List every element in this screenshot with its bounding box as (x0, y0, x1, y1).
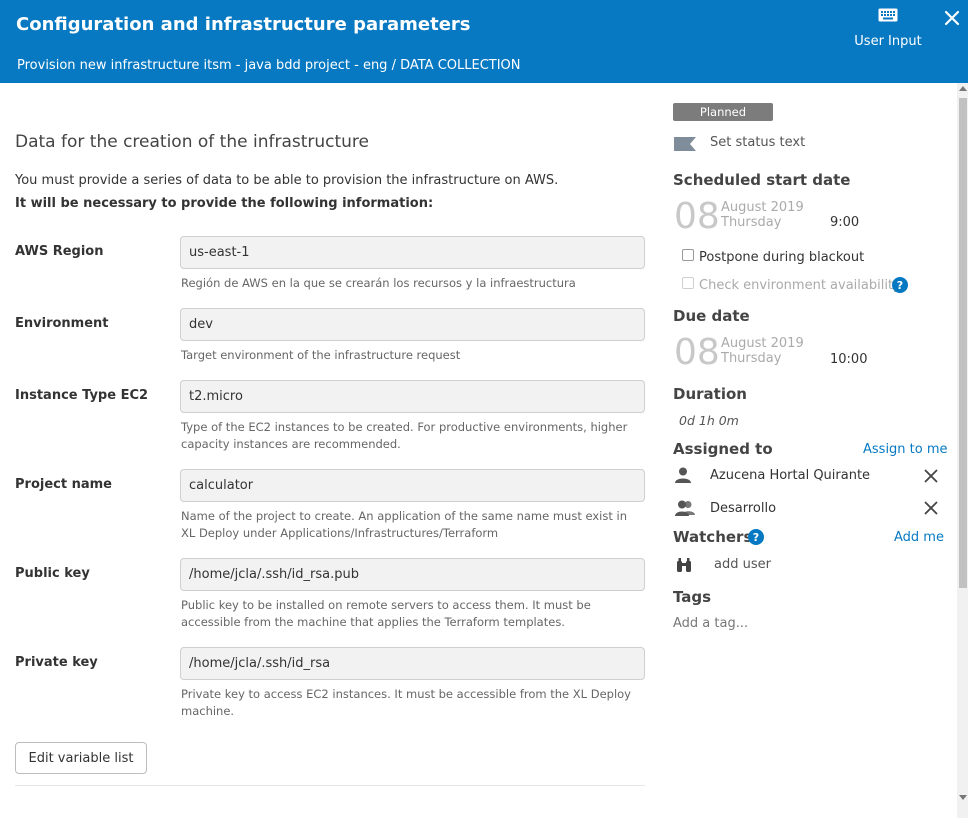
aws-region-help: Región de AWS en la que se crearán los r… (181, 276, 576, 290)
scroll-down-arrow-icon[interactable] (959, 795, 967, 800)
duration-value[interactable]: 0d 1h 0m (679, 413, 739, 428)
scrollbar-thumb[interactable] (959, 98, 967, 588)
add-me-link[interactable]: Add me (894, 530, 944, 545)
scheduled-start-time[interactable]: 9:00 (830, 215, 859, 230)
tags-heading: Tags (673, 588, 712, 606)
project-name-label: Project name (15, 477, 112, 492)
close-icon[interactable] (944, 10, 960, 26)
postpone-label[interactable]: Postpone during blackout (699, 250, 864, 265)
remove-team-icon[interactable] (924, 501, 938, 515)
aws-region-label: AWS Region (15, 244, 104, 259)
scheduled-start-month[interactable]: August 2019 (721, 200, 804, 215)
scheduled-start-heading: Scheduled start date (673, 171, 851, 189)
environment-input[interactable] (180, 308, 645, 341)
scheduled-start-day[interactable]: 08 (674, 199, 720, 235)
divider (15, 785, 645, 786)
project-name-help: Name of the project to create. An applic… (181, 509, 628, 540)
section-title: Data for the creation of the infrastruct… (15, 132, 370, 152)
intro-bold-text: It will be necessary to provide the foll… (15, 196, 434, 211)
assigned-user-name: Azucena Hortal Quirante (710, 468, 871, 483)
watchers-help-icon[interactable]: ? (748, 529, 764, 545)
remove-user-icon[interactable] (924, 469, 938, 483)
set-status-text-link[interactable]: Set status text (710, 135, 805, 150)
assigned-to-heading: Assigned to (673, 440, 773, 458)
assign-to-me-link[interactable]: Assign to me (863, 442, 948, 457)
instance-type-help: Type of the EC2 instances to be created.… (181, 420, 628, 451)
environment-help: Target environment of the infrastructure… (181, 348, 461, 362)
svg-text:?: ? (753, 531, 759, 544)
public-key-help: Public key to be installed on remote ser… (181, 598, 591, 629)
scroll-up-arrow-icon[interactable] (959, 86, 967, 91)
instance-type-input[interactable] (180, 380, 645, 413)
status-badge: Planned (673, 103, 773, 121)
binoculars-icon (677, 558, 691, 572)
assigned-team-name: Desarrollo (710, 501, 777, 516)
private-key-label: Private key (15, 655, 98, 670)
environment-label: Environment (15, 316, 109, 331)
edit-variable-list-button[interactable]: Edit variable list (15, 742, 147, 774)
dialog-title: Configuration and infrastructure paramet… (16, 14, 471, 35)
due-date-heading: Due date (673, 307, 750, 325)
check-environment-checkbox (682, 277, 694, 289)
add-tag-input[interactable]: Add a tag... (673, 616, 748, 631)
add-watcher-user[interactable]: add user (714, 557, 771, 572)
task-details-panel: Planned Set status text Scheduled start … (660, 83, 955, 818)
due-date-month[interactable]: August 2019 (721, 336, 804, 351)
public-key-label: Public key (15, 566, 90, 581)
public-key-input[interactable] (180, 558, 645, 591)
user-input-label: User Input (854, 34, 922, 49)
instance-type-label: Instance Type EC2 (15, 388, 149, 403)
keyboard-icon (878, 8, 898, 22)
breadcrumb: Provision new infrastructure itsm - java… (17, 58, 521, 73)
help-icon[interactable]: ? (892, 277, 908, 293)
svg-text:?: ? (897, 279, 903, 292)
private-key-help: Private key to access EC2 instances. It … (181, 687, 631, 718)
watchers-heading: Watchers (673, 528, 753, 546)
user-input-button[interactable]: User Input (848, 8, 928, 49)
postpone-checkbox[interactable] (682, 249, 694, 261)
check-environment-label: Check environment availability (699, 278, 901, 293)
private-key-input[interactable] (180, 647, 645, 680)
intro-text: You must provide a series of data to be … (15, 173, 559, 188)
aws-region-input[interactable] (180, 236, 645, 269)
scheduled-start-weekday: Thursday (721, 215, 782, 230)
dialog-header: Configuration and infrastructure paramet… (0, 0, 968, 83)
due-date-weekday: Thursday (721, 351, 782, 366)
due-date-time[interactable]: 10:00 (830, 352, 867, 367)
form-panel: Data for the creation of the infrastruct… (0, 83, 660, 818)
user-icon (675, 467, 691, 483)
project-name-input[interactable] (180, 469, 645, 502)
team-icon (675, 500, 695, 516)
duration-heading: Duration (673, 385, 747, 403)
flag-icon[interactable] (674, 137, 696, 151)
due-date-day[interactable]: 08 (674, 335, 720, 371)
